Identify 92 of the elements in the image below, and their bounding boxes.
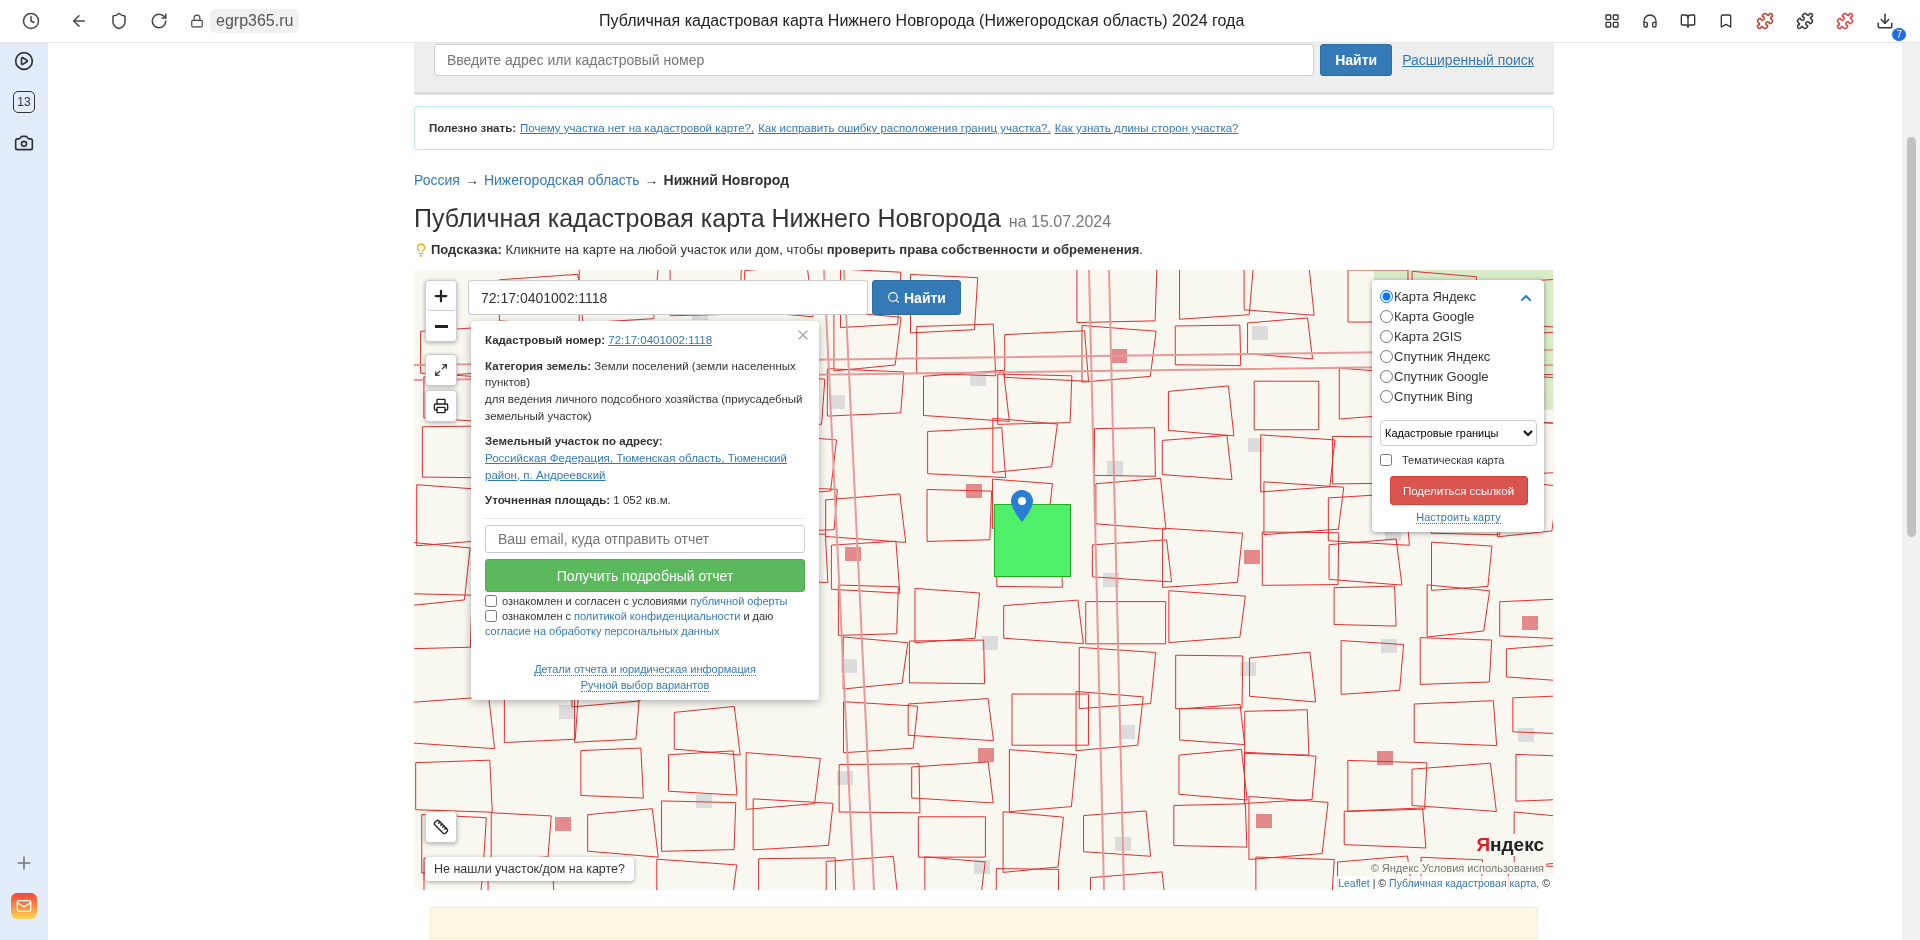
history-icon[interactable] bbox=[22, 12, 40, 30]
field-text: Категория земель: Земли поселений (земли населенных пунктов) bbox=[485, 358, 797, 391]
layer-option[interactable]: Спутник Bing bbox=[1394, 388, 1473, 404]
info-link[interactable]: Ручной выбор вариантов bbox=[580, 679, 710, 693]
address-bar[interactable]: egrp365.ru bbox=[210, 9, 300, 33]
scrollbar-thumb[interactable] bbox=[1906, 137, 1916, 537]
map-provider-logo: Яндекс bbox=[1474, 834, 1546, 856]
zoom-in-button[interactable] bbox=[426, 281, 456, 311]
reload-icon[interactable] bbox=[150, 12, 168, 30]
download-count: 7 bbox=[1892, 28, 1906, 41]
layer-radio[interactable] bbox=[1380, 369, 1393, 383]
consent-text: ознакомлен с bbox=[502, 610, 571, 623]
consent-link[interactable]: согласие на обработку персональных данных bbox=[485, 625, 720, 638]
layer-radio[interactable] bbox=[1380, 309, 1393, 323]
notice-label: Полезно знать: bbox=[429, 122, 517, 134]
ruler-button[interactable] bbox=[426, 812, 456, 842]
help-link[interactable]: Почему участка нет на кадастровой карте?, bbox=[520, 122, 755, 134]
consent-checkbox[interactable] bbox=[485, 595, 497, 608]
camera-icon[interactable] bbox=[14, 133, 34, 153]
consent-text: ознакомлен и согласен с условиями bbox=[502, 595, 688, 608]
thematic-checkbox[interactable] bbox=[1380, 454, 1392, 466]
breadcrumb-item: Нижний Новгород bbox=[663, 172, 790, 188]
layer-option[interactable]: Спутник Яндекс bbox=[1394, 348, 1491, 364]
map-date: на 15.07.2024 bbox=[1008, 213, 1112, 231]
printer-icon bbox=[433, 398, 449, 414]
back-icon[interactable] bbox=[70, 12, 88, 30]
layer-option[interactable]: Спутник Google bbox=[1394, 368, 1489, 384]
field-text: Уточненная площадь: 1 052 кв.м. bbox=[485, 493, 672, 509]
extension-icon[interactable] bbox=[1796, 12, 1814, 30]
headphones-icon[interactable] bbox=[1642, 13, 1658, 29]
consent-link[interactable]: публичной оферты bbox=[690, 595, 788, 608]
layer-option[interactable]: Карта 2GIS bbox=[1394, 328, 1463, 344]
help-tooltip[interactable]: Не нашли участок/дом на карте? bbox=[425, 857, 635, 881]
field-detail: для ведения личного подсобного хозяйства (приусадебный земельный участок) bbox=[485, 392, 804, 424]
map-search-button[interactable]: Найти bbox=[872, 280, 961, 315]
print-button[interactable] bbox=[426, 391, 456, 421]
play-icon[interactable] bbox=[14, 51, 34, 71]
selected-parcel[interactable] bbox=[994, 504, 1071, 577]
attribution-text: | © bbox=[1372, 877, 1387, 889]
cadastral-number-field[interactable]: 72:17:0401002:1118 bbox=[468, 280, 868, 315]
attribution-link[interactable]: Публичная кадастровая карта, bbox=[1389, 877, 1540, 889]
consent-link[interactable]: политикой конфиденциальности bbox=[574, 610, 741, 623]
help-link[interactable]: Как узнать длины сторон участка? bbox=[1054, 122, 1239, 134]
page-title: Публичная кадастровая карта Нижнего Новгорода (Нижегородская область) 2024 года bbox=[598, 12, 1246, 30]
layer-radio[interactable] bbox=[1380, 389, 1393, 403]
breadcrumb-separator: → bbox=[464, 172, 479, 188]
info-link[interactable]: Детали отчета и юридическая информация bbox=[534, 663, 756, 677]
minus-icon bbox=[434, 324, 448, 328]
lightbulb-icon bbox=[414, 242, 428, 257]
map-pin-icon[interactable] bbox=[1011, 490, 1033, 522]
map-attribution-text: © Яндекс Условия использования bbox=[1368, 862, 1546, 874]
hint-text: Подсказка: Кликните на карте на любой участок или дом, чтобы проверить права собственности и обременения. bbox=[431, 242, 1143, 257]
grid-icon[interactable] bbox=[1604, 13, 1620, 29]
search-icon bbox=[887, 291, 900, 304]
breadcrumb-item[interactable]: Россия bbox=[414, 172, 460, 188]
fullscreen-button[interactable] bbox=[426, 355, 456, 385]
help-link[interactable]: Как исправить ошибку расположения границ участка?, bbox=[758, 122, 1051, 134]
layer-radio[interactable] bbox=[1380, 349, 1393, 363]
breadcrumb-separator: → bbox=[644, 172, 659, 188]
field-label: Земельный участок по адресу: bbox=[485, 435, 663, 448]
ruler-icon bbox=[433, 819, 449, 835]
advanced-search-link[interactable]: Расширенный поиск bbox=[1402, 52, 1534, 68]
layer-option[interactable]: Карта Google bbox=[1394, 308, 1475, 324]
extension-icon[interactable] bbox=[1756, 12, 1774, 30]
field-link[interactable]: Российская Федерация, Тюменская область, Тюменский район, п. Андреевский bbox=[485, 450, 805, 484]
breadcrumb-item[interactable]: Нижегородская область bbox=[483, 172, 640, 188]
email-field[interactable]: Ваш email, куда отправить отчет bbox=[485, 525, 805, 554]
reader-icon[interactable] bbox=[1680, 13, 1696, 29]
mail-icon[interactable] bbox=[11, 893, 37, 919]
lock-icon[interactable] bbox=[190, 14, 204, 28]
consent-checkbox[interactable] bbox=[485, 610, 497, 623]
layer-option[interactable]: Карта Яндекс bbox=[1394, 288, 1477, 304]
attribution-link[interactable]: Leaflet bbox=[1338, 877, 1370, 889]
get-report-button[interactable]: Получить подробный отчет bbox=[485, 559, 805, 593]
thematic-label[interactable]: Тематическая карта bbox=[1402, 454, 1505, 466]
field-label: Кадастровый номер: bbox=[485, 334, 606, 346]
page-heading: Публичная кадастровая карта Нижнего Новгорода bbox=[414, 204, 1001, 233]
attribution-text: © bbox=[1542, 877, 1550, 889]
layer-radio[interactable] bbox=[1380, 289, 1393, 303]
consent-text: и даю bbox=[743, 610, 774, 623]
share-link-button[interactable]: Поделиться ссылкой bbox=[1389, 476, 1528, 505]
field-link[interactable]: 72:17:0401002:1118 bbox=[608, 334, 713, 346]
layer-radio[interactable] bbox=[1380, 329, 1393, 343]
overlay-select[interactable]: Кадастровые границы bbox=[1380, 420, 1537, 446]
configure-map-link[interactable]: Настроить карту bbox=[1416, 511, 1501, 524]
download-icon[interactable] bbox=[1876, 12, 1894, 30]
bookmark-icon[interactable] bbox=[1718, 13, 1734, 29]
calendar-icon[interactable]: 13 bbox=[13, 91, 35, 113]
search-button[interactable]: Найти bbox=[1320, 44, 1393, 76]
zoom-out-button[interactable] bbox=[426, 311, 456, 341]
address-search-field[interactable]: Введите адрес или кадастровый номер bbox=[434, 44, 1315, 76]
expand-arrows-icon bbox=[434, 363, 448, 377]
